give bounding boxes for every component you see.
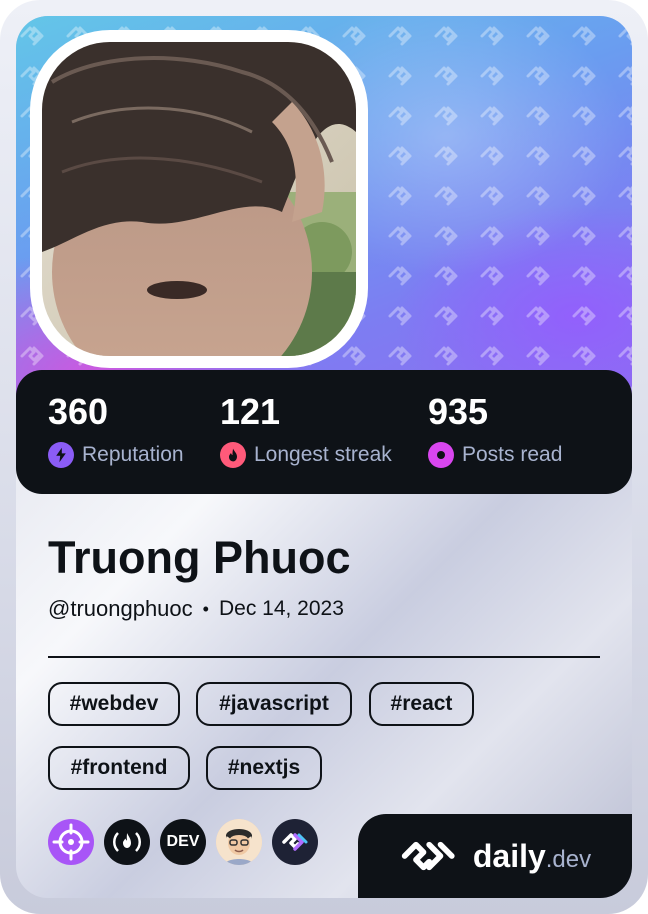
- eye-ring-icon: [428, 442, 454, 468]
- stat-value: 360: [48, 391, 109, 432]
- joined-date: Dec 14, 2023: [218, 597, 344, 620]
- stat-label: Reputation: [82, 443, 184, 466]
- profile-handle: @truongphuoc: [48, 596, 193, 621]
- stat-label: Posts read: [462, 443, 563, 466]
- devcard: 360 Reputation 121 Longest streak 935 Po…: [0, 0, 648, 914]
- devcard-inner: 360 Reputation 121 Longest streak 935 Po…: [16, 16, 632, 898]
- avatar: [42, 42, 356, 356]
- daily-dev-logo-icon: [401, 841, 455, 871]
- stat-value: 935: [428, 391, 489, 432]
- dev-community-badge[interactable]: DEV: [160, 819, 206, 865]
- avatar-frame: [30, 30, 368, 368]
- stat-longest-streak: 121 Longest streak: [220, 392, 392, 468]
- crosshair-squad-icon[interactable]: [48, 819, 94, 865]
- cover-background: [16, 16, 632, 416]
- tag-webdev[interactable]: #webdev: [48, 682, 180, 726]
- stat-posts-read: 935 Posts read: [428, 392, 562, 468]
- profile-meta: @truongphuoc • Dec 14, 2023: [48, 596, 344, 622]
- stat-reputation: 360 Reputation: [48, 392, 184, 468]
- freecodecamp-icon[interactable]: [104, 819, 150, 865]
- divider: [48, 656, 600, 658]
- daily-dev-logo: daily.dev: [358, 814, 632, 898]
- daily-dev-squad-icon[interactable]: [272, 819, 318, 865]
- avatar-photo: [42, 42, 356, 356]
- brand-suffix: .dev: [545, 845, 592, 873]
- profile-name: Truong Phuoc: [48, 532, 351, 583]
- tag-react[interactable]: #react: [369, 682, 474, 726]
- stat-label: Longest streak: [254, 443, 392, 466]
- tag-frontend[interactable]: #frontend: [48, 746, 190, 790]
- flame-icon: [220, 442, 246, 468]
- lightning-icon: [48, 442, 74, 468]
- brand-name: daily: [472, 837, 546, 874]
- memoji-avatar-icon[interactable]: [216, 819, 262, 865]
- tag-javascript[interactable]: #javascript: [196, 682, 352, 726]
- separator-dot: •: [202, 598, 209, 619]
- tag-nextjs[interactable]: #nextjs: [206, 746, 322, 790]
- stats-bar: 360 Reputation 121 Longest streak 935 Po…: [16, 370, 632, 494]
- stat-value: 121: [220, 391, 281, 432]
